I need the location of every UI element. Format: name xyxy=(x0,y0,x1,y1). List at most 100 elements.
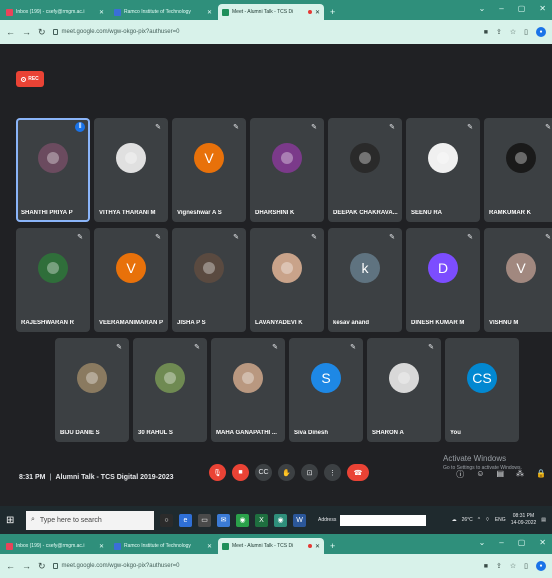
lock-icon xyxy=(52,29,58,35)
maximize-icon[interactable]: ▢ xyxy=(518,4,526,13)
new-tab-button[interactable]: + xyxy=(326,541,339,554)
participant-tile[interactable]: ✎ V Vigneshwar A S xyxy=(172,118,246,222)
participant-tile[interactable]: ✎ V VEERAMANIMARAN P xyxy=(94,228,168,332)
bookmark-star-icon[interactable]: ☆ xyxy=(510,28,516,36)
participant-tile[interactable]: ✎ RAMKUMAR K xyxy=(484,118,552,222)
participant-tile[interactable]: ✎ SHARON A xyxy=(367,338,441,442)
participant-tile[interactable]: ✎ SEENU RA xyxy=(406,118,480,222)
notification-icon[interactable]: ▤ xyxy=(541,517,546,523)
mic-muted-icon: ✎ xyxy=(155,124,161,131)
participant-tile[interactable]: ✎ S Siva Dinesh xyxy=(289,338,363,442)
close-tab-icon[interactable]: ✕ xyxy=(315,9,320,16)
url-field[interactable]: meet.google.com/wgw-okgo-pix?authuser=0 xyxy=(52,563,477,569)
back-icon[interactable]: ← xyxy=(6,561,15,571)
captions-button[interactable]: CC xyxy=(255,464,272,481)
close-tab-icon[interactable]: ✕ xyxy=(99,9,104,16)
participant-tile[interactable]: ✎ DHARSHINI K xyxy=(250,118,324,222)
participant-avatar: k xyxy=(350,252,380,283)
participant-tile[interactable]: ⦀ SHANTHI PRIYA P xyxy=(16,118,90,222)
chrome-icon[interactable]: ◉ xyxy=(236,513,249,527)
more-options-button[interactable]: ⋮ xyxy=(324,464,341,481)
share-icon[interactable]: ⇪ xyxy=(496,28,502,36)
wifi-icon[interactable]: ⌔ xyxy=(485,517,490,523)
participant-tile[interactable]: ✎ JISHA P S xyxy=(172,228,246,332)
tab-search-icon[interactable]: ⌄ xyxy=(479,4,486,13)
participant-tile[interactable]: ✎ LAVANYADEVI K xyxy=(250,228,324,332)
forward-icon[interactable]: → xyxy=(22,561,31,571)
participant-avatar xyxy=(428,142,458,173)
chevron-up-icon[interactable]: ^ xyxy=(478,517,480,523)
present-button[interactable]: ⊡ xyxy=(301,464,318,481)
task-view-icon[interactable]: ○ xyxy=(160,513,173,527)
browser-actions: ■ ⇪ ☆ ▯ ● xyxy=(484,27,546,37)
clock[interactable]: 08:31 PM 14-09-2022 xyxy=(511,513,537,527)
close-window-icon[interactable]: ✕ xyxy=(539,538,546,547)
tab-inbox[interactable]: Inbox (199) - csefy@rmgm.ac.i ✕ xyxy=(2,538,108,554)
profile-avatar[interactable]: ● xyxy=(536,27,546,37)
windows-start-icon[interactable]: ⊞ xyxy=(6,515,20,526)
tab-meet[interactable]: Meet - Alumni Talk - TCS Di ✕ xyxy=(218,4,324,20)
reload-icon[interactable]: ↻ xyxy=(38,561,46,572)
new-tab-button[interactable]: + xyxy=(326,7,339,20)
close-tab-icon[interactable]: ✕ xyxy=(99,543,104,550)
tab-ramco[interactable]: Ramco Institute of Technology ✕ xyxy=(110,538,216,554)
raise-hand-button[interactable]: ✋ xyxy=(278,464,295,481)
participant-tile[interactable]: ✎ MAHA GANAPATHI ... xyxy=(211,338,285,442)
address-input[interactable] xyxy=(340,514,427,526)
back-icon[interactable]: ← xyxy=(6,27,15,37)
sidebar-icon[interactable]: ▯ xyxy=(524,562,528,570)
tab-inbox[interactable]: Inbox (199) - csefy@rmgm.ac.i ✕ xyxy=(2,4,108,20)
tab-ramco[interactable]: Ramco Institute of Technology ✕ xyxy=(110,4,216,20)
tab-search-icon[interactable]: ⌄ xyxy=(479,538,486,547)
maximize-icon[interactable]: ▢ xyxy=(518,538,526,547)
camera-permission-icon[interactable]: ■ xyxy=(484,563,488,570)
profile-avatar[interactable]: ● xyxy=(536,561,546,571)
participant-avatar: S xyxy=(311,362,341,393)
info-icon[interactable]: ⓘ xyxy=(456,469,464,480)
participant-tile[interactable]: ✎ RAJESHWARAN R xyxy=(16,228,90,332)
mic-off-button[interactable]: 🎙 xyxy=(209,464,226,481)
participant-avatar: V xyxy=(506,252,536,283)
chat-icon[interactable]: ▤ xyxy=(496,469,504,480)
file-explorer-icon[interactable]: ▭ xyxy=(198,513,211,527)
close-tab-icon[interactable]: ✕ xyxy=(207,9,212,16)
window-controls: ⌄ – ▢ ✕ xyxy=(479,4,546,13)
close-tab-icon[interactable]: ✕ xyxy=(207,543,212,550)
minimize-icon[interactable]: – xyxy=(499,4,503,13)
participant-tile[interactable]: ✎ VITHYA THARANI M xyxy=(94,118,168,222)
meet-icon xyxy=(222,542,229,550)
lock-host-icon[interactable]: 🔒 xyxy=(536,469,546,480)
reload-icon[interactable]: ↻ xyxy=(38,27,46,38)
edge-icon[interactable]: e xyxy=(179,513,192,527)
sidebar-icon[interactable]: ▯ xyxy=(524,28,528,36)
people-icon[interactable]: ☺ xyxy=(476,469,484,480)
participant-tile[interactable]: ✎ 30 RAHUL S xyxy=(133,338,207,442)
weather-icon[interactable]: ☁ xyxy=(452,517,457,523)
participant-tile[interactable]: ✎ BIJU DANIE S xyxy=(55,338,129,442)
participant-tile[interactable]: ✎ D DINESH KUMAR M xyxy=(406,228,480,332)
participant-tile[interactable]: ✎ DEEPAK CHAKRAVA... xyxy=(328,118,402,222)
camera-permission-icon[interactable]: ■ xyxy=(484,29,488,36)
language[interactable]: ENG xyxy=(495,517,506,523)
participant-tile[interactable]: ✎ V VISHNU M xyxy=(484,228,552,332)
mail-icon[interactable]: ✉ xyxy=(217,513,230,527)
chrome-active-icon[interactable]: ◉ xyxy=(274,513,287,527)
bookmark-star-icon[interactable]: ☆ xyxy=(510,562,516,570)
close-window-icon[interactable]: ✕ xyxy=(539,4,546,13)
camera-off-button[interactable]: ■ xyxy=(232,464,249,481)
taskbar-search[interactable]: ⌕ Type here to search xyxy=(26,510,154,530)
forward-icon[interactable]: → xyxy=(22,27,31,37)
minimize-icon[interactable]: – xyxy=(499,538,503,547)
leave-call-button[interactable]: ☎ xyxy=(347,464,369,481)
participant-tile[interactable]: CS You xyxy=(445,338,519,442)
excel-icon[interactable]: X xyxy=(255,513,268,527)
word-icon[interactable]: W xyxy=(293,513,306,527)
participant-tile[interactable]: ✎ k kesav anand xyxy=(328,228,402,332)
activities-icon[interactable]: ⁂ xyxy=(516,469,524,480)
share-icon[interactable]: ⇪ xyxy=(496,562,502,570)
participant-name: DEEPAK CHAKRAVA... xyxy=(333,210,398,216)
gmail-icon xyxy=(6,542,13,550)
url-field[interactable]: meet.google.com/wgw-okgo-pix?authuser=0 xyxy=(52,29,477,35)
close-tab-icon[interactable]: ✕ xyxy=(315,543,320,550)
tab-meet[interactable]: Meet - Alumni Talk - TCS Di ✕ xyxy=(218,538,324,554)
